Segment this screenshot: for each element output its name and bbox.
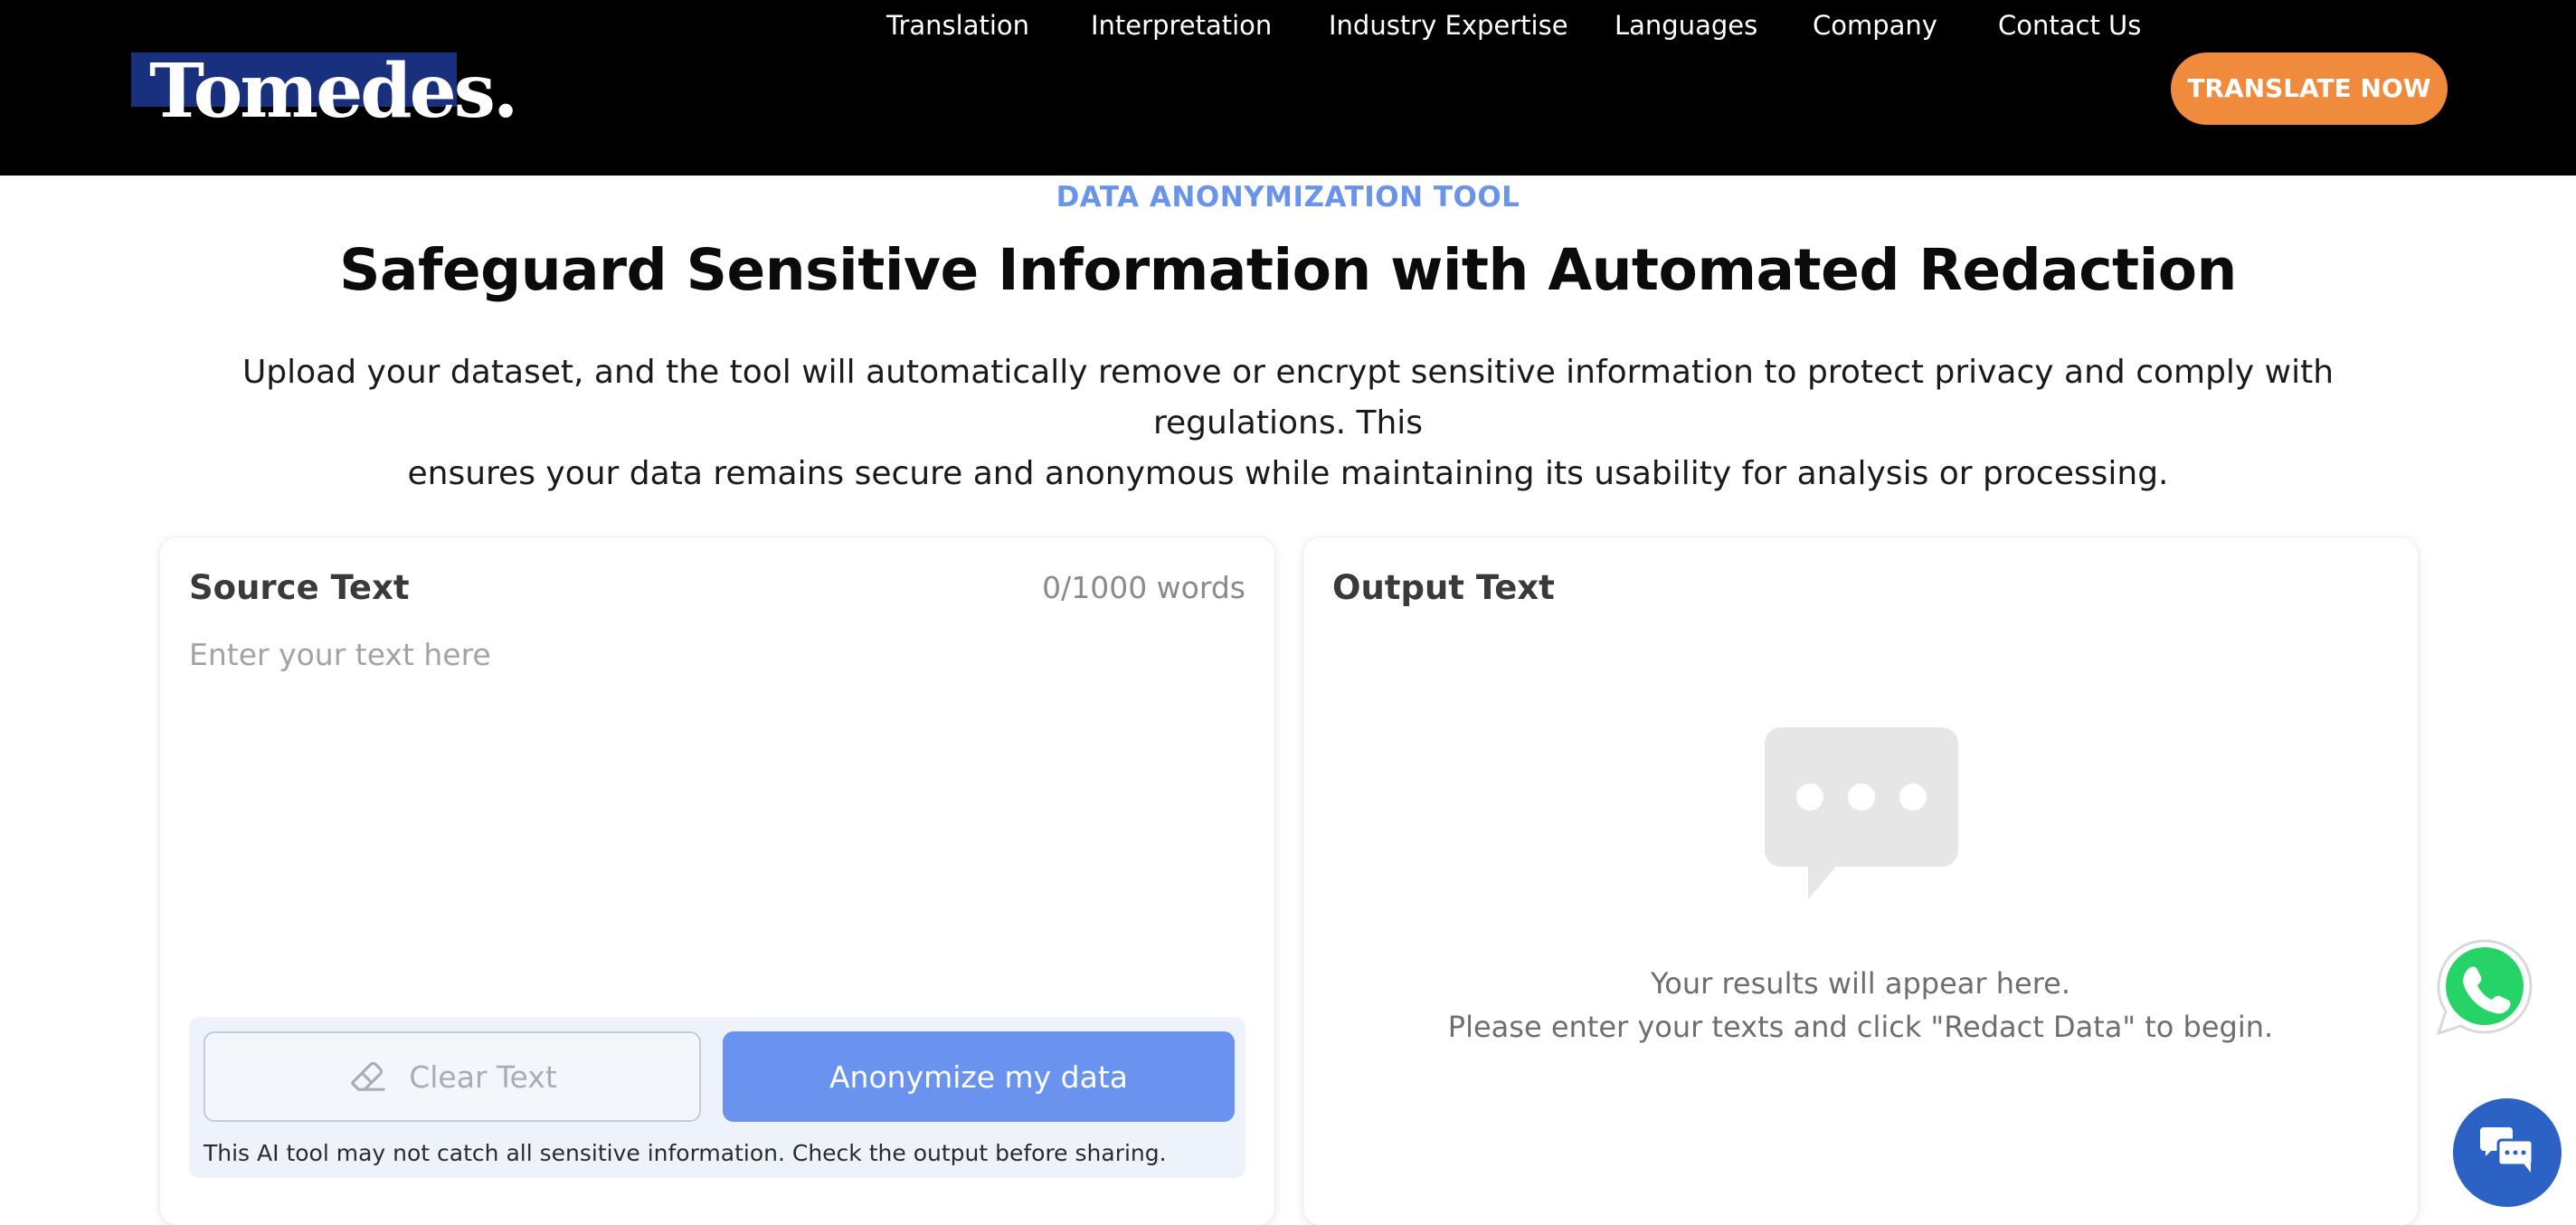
empty-result-line-1: Your results will appear here. xyxy=(1650,966,2070,1001)
output-title: Output Text xyxy=(1332,568,1555,607)
subtitle-line-2: ensures your data remains secure and ano… xyxy=(407,455,2169,492)
nav-company[interactable]: Company xyxy=(1813,0,1937,51)
tomedes-logo[interactable]: Tomedes. xyxy=(131,52,518,134)
subtitle-line-1: Upload your dataset, and the tool will a… xyxy=(242,354,2334,442)
empty-result-line-2: Please enter your texts and click "Redac… xyxy=(1447,1010,2274,1044)
page-subtitle: Upload your dataset, and the tool will a… xyxy=(181,347,2395,499)
live-chat-icon xyxy=(2478,1125,2536,1180)
clear-text-label: Clear Text xyxy=(409,1059,557,1095)
anonymize-button[interactable]: Anonymize my data xyxy=(723,1031,1235,1122)
whatsapp-icon[interactable] xyxy=(2433,935,2536,1039)
page-title: Safeguard Sensitive Information with Aut… xyxy=(339,237,2237,303)
source-text-input[interactable] xyxy=(189,637,1245,999)
logo-text: Tomedes. xyxy=(149,48,518,135)
nav-industry-expertise[interactable]: Industry Expertise xyxy=(1329,0,1568,51)
word-count: 0/1000 words xyxy=(1042,570,1245,605)
nav-languages[interactable]: Languages xyxy=(1615,0,1757,51)
ai-disclaimer: This AI tool may not catch all sensitive… xyxy=(204,1140,1167,1166)
source-panel: Source Text 0/1000 words Clear Text Anon… xyxy=(160,537,1274,1225)
clear-text-button[interactable]: Clear Text xyxy=(204,1031,701,1122)
chat-bubble-icon xyxy=(1765,727,1958,899)
nav-interpretation[interactable]: Interpretation xyxy=(1091,0,1272,51)
action-bar: Clear Text Anonymize my data This AI too… xyxy=(189,1017,1245,1178)
eraser-icon xyxy=(347,1052,389,1101)
output-panel: Output Text Your results will appear her… xyxy=(1303,537,2418,1225)
tool-eyebrow: DATA ANONYMIZATION TOOL xyxy=(1056,181,1520,214)
source-title: Source Text xyxy=(189,568,410,607)
nav-translation[interactable]: Translation xyxy=(886,0,1029,51)
translate-now-button[interactable]: TRANSLATE NOW xyxy=(2171,52,2448,125)
live-chat-button[interactable] xyxy=(2453,1098,2562,1207)
nav-contact-us[interactable]: Contact Us xyxy=(1998,0,2141,51)
site-header: Tomedes. Translation Interpretation Indu… xyxy=(0,0,2576,176)
